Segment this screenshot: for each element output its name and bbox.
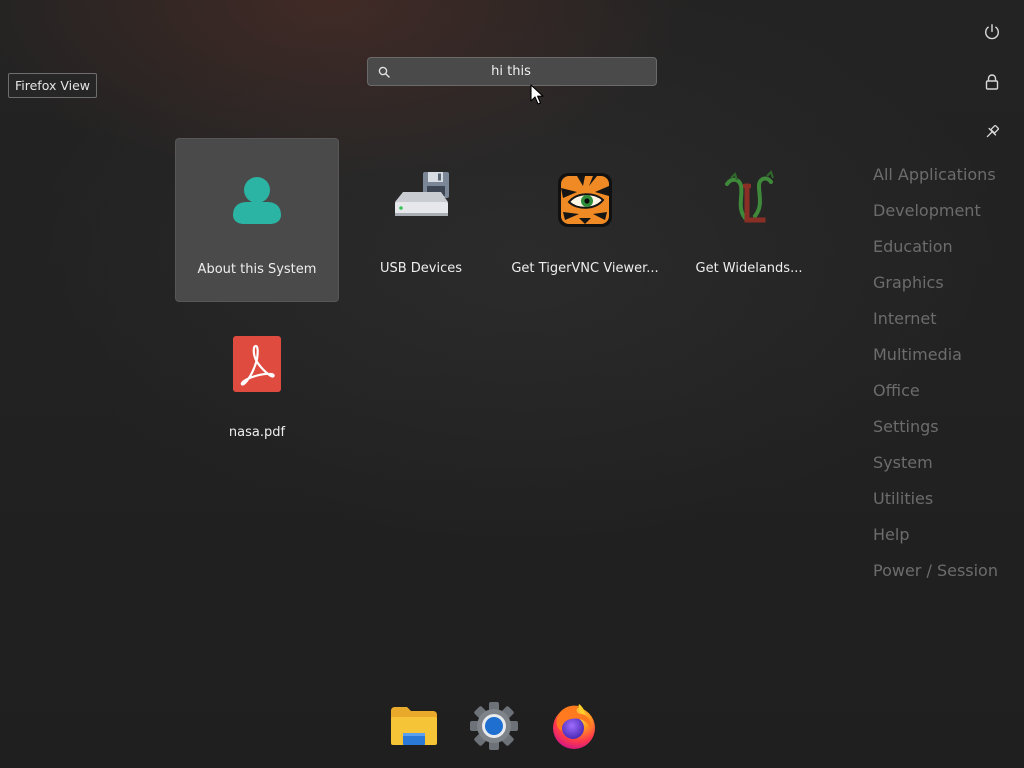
lock-icon xyxy=(985,74,999,90)
firefox-view-tooltip: Firefox View xyxy=(8,73,98,98)
result-nasa-pdf[interactable]: nasa.pdf xyxy=(175,302,339,466)
usb-drive-icon xyxy=(395,172,449,216)
search-icon xyxy=(378,66,390,78)
category-internet[interactable]: Internet xyxy=(873,306,1018,342)
pin-icon xyxy=(986,124,1000,138)
pin-button[interactable] xyxy=(978,118,1006,146)
category-help[interactable]: Help xyxy=(873,522,1018,558)
category-utilities[interactable]: Utilities xyxy=(873,486,1018,522)
firefox-icon xyxy=(553,704,595,749)
result-label: nasa.pdf xyxy=(228,425,286,440)
result-about-this-system[interactable]: About this System xyxy=(175,138,339,302)
user-icon xyxy=(233,177,281,224)
result-get-tigervnc-viewer[interactable]: Get TigerVNC Viewer... xyxy=(503,138,667,302)
pdf-icon xyxy=(233,336,281,392)
dock-settings[interactable] xyxy=(466,698,522,754)
result-usb-devices[interactable]: USB Devices xyxy=(339,138,503,302)
dock-firefox[interactable] xyxy=(546,698,602,754)
result-get-widelands[interactable]: Get Widelands... xyxy=(667,138,831,302)
category-education[interactable]: Education xyxy=(873,234,1018,270)
widelands-icon xyxy=(725,170,774,223)
search-input[interactable] xyxy=(398,58,624,85)
category-multimedia[interactable]: Multimedia xyxy=(873,342,1018,378)
category-power-session[interactable]: Power / Session xyxy=(873,558,1018,594)
category-system[interactable]: System xyxy=(873,450,1018,486)
tigervnc-icon xyxy=(558,173,612,227)
category-office[interactable]: Office xyxy=(873,378,1018,414)
result-label: Get TigerVNC Viewer... xyxy=(511,261,659,276)
power-button[interactable] xyxy=(978,18,1006,46)
category-all-applications[interactable]: All Applications xyxy=(873,162,1018,198)
category-graphics[interactable]: Graphics xyxy=(873,270,1018,306)
mouse-pointer-icon xyxy=(530,84,544,105)
category-development[interactable]: Development xyxy=(873,198,1018,234)
result-label: About this System xyxy=(197,262,317,277)
category-settings[interactable]: Settings xyxy=(873,414,1018,450)
dock-file-manager[interactable] xyxy=(386,698,442,754)
settings-icon xyxy=(470,702,518,750)
result-label: Get Widelands... xyxy=(695,261,803,276)
result-label: USB Devices xyxy=(379,261,463,276)
lock-button[interactable] xyxy=(978,68,1006,96)
search-box[interactable] xyxy=(367,57,657,86)
category-list: All Applications Development Education G… xyxy=(873,162,1018,594)
power-icon xyxy=(985,24,999,40)
file-manager-icon xyxy=(391,707,437,745)
